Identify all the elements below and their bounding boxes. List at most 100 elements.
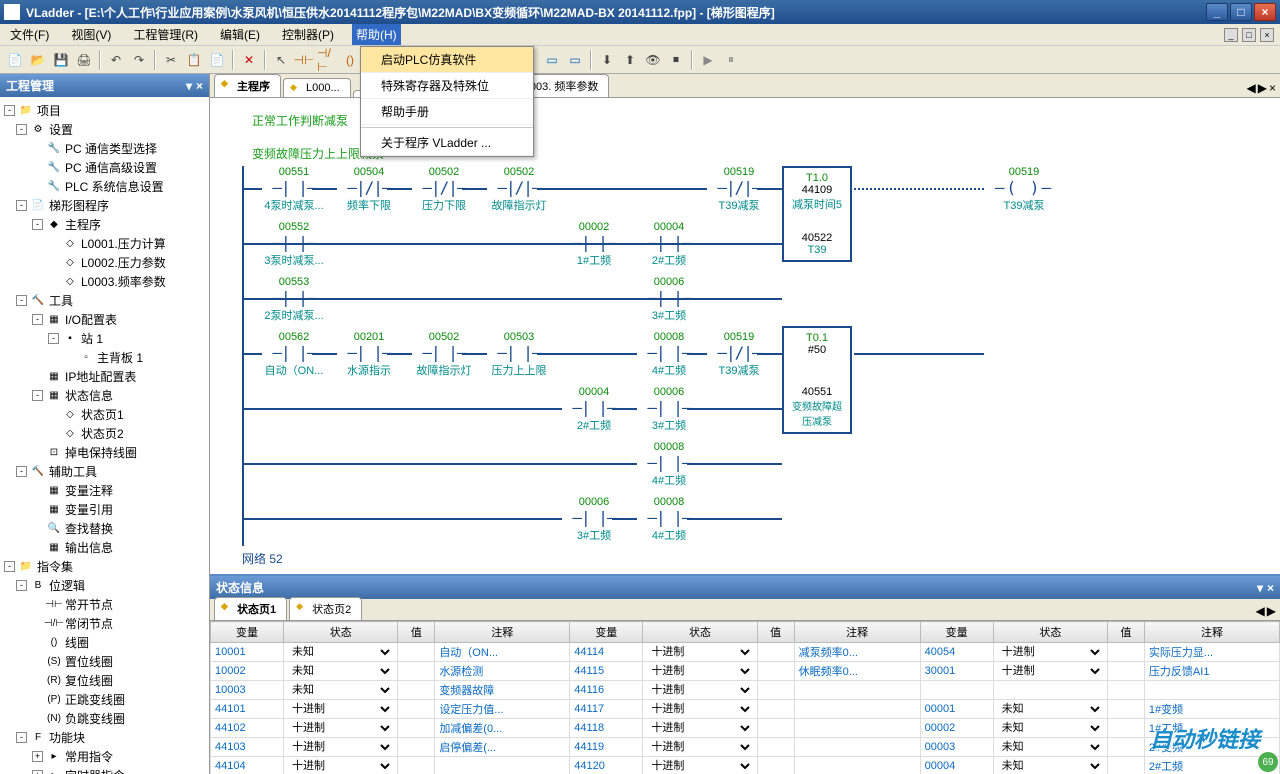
state-select[interactable]: 十进制 — [647, 683, 752, 697]
tree-item[interactable]: -◆主程序 — [4, 215, 205, 234]
state-select[interactable]: 十进制 — [647, 740, 752, 754]
menu-view[interactable]: 视图(V) — [67, 24, 115, 45]
status-grid[interactable]: 变量状态值注释变量状态值注释变量状态值注释10001未知自动（ON...4411… — [210, 621, 1280, 774]
tab-prev-icon[interactable]: ◀ — [1247, 81, 1256, 95]
tb-cursor[interactable]: ↖ — [270, 49, 292, 71]
status-tab-2[interactable]: 状态页2 — [289, 597, 362, 620]
table-row[interactable]: 10002未知水源检测44115十进制休眠频率0...30001十进制压力反馈A… — [211, 662, 1280, 681]
col-header[interactable]: 注释 — [435, 622, 570, 643]
state-select[interactable]: 十进制 — [288, 702, 393, 716]
status-next[interactable]: ▶ — [1267, 604, 1276, 618]
tree-item[interactable]: ⊣/⊢常闭节点 — [4, 614, 205, 633]
tree-item[interactable]: -📄梯形图程序 — [4, 196, 205, 215]
status-pin-icon[interactable]: ▾ — [1257, 581, 1263, 595]
tab-l000[interactable]: L000... — [283, 78, 351, 97]
tree-item[interactable]: (N)负跳变线圈 — [4, 709, 205, 728]
sidebar-close-icon[interactable]: × — [196, 79, 203, 93]
tab-close-icon[interactable]: × — [1269, 81, 1276, 95]
table-row[interactable]: 44102十进制加减偏差(0...44118十进制00002未知1#工频 — [211, 719, 1280, 738]
tb-open[interactable]: 📂 — [27, 49, 49, 71]
menu-controller[interactable]: 控制器(P) — [278, 24, 338, 45]
col-header[interactable]: 变量 — [920, 622, 993, 643]
tree-item[interactable]: -⚙设置 — [4, 120, 205, 139]
tree-item[interactable]: 🔍查找替换 — [4, 519, 205, 538]
col-header[interactable]: 值 — [1108, 622, 1145, 643]
menu-start-sim[interactable]: 启动PLC仿真软件 — [361, 47, 533, 73]
tb-new[interactable]: 📄 — [4, 49, 26, 71]
col-header[interactable]: 状态 — [993, 622, 1107, 643]
tab-next-icon[interactable]: ▶ — [1258, 81, 1267, 95]
tree-item[interactable]: ▦变量注释 — [4, 481, 205, 500]
tree-item[interactable]: ◇L0002.压力参数 — [4, 253, 205, 272]
col-header[interactable]: 变量 — [570, 622, 643, 643]
tb-run[interactable]: ▶ — [697, 49, 719, 71]
menu-about[interactable]: 关于程序 VLadder ... — [361, 130, 533, 156]
tb-delete[interactable]: ✕ — [238, 49, 260, 71]
tb-contact-no[interactable]: ⊣⊢ — [293, 49, 315, 71]
mdi-close[interactable]: × — [1260, 28, 1274, 42]
tb-block2[interactable]: ▭ — [541, 49, 563, 71]
tree-item[interactable]: -📁指令集 — [4, 557, 205, 576]
state-select[interactable]: 十进制 — [647, 721, 752, 735]
tree-item[interactable]: ⊣⊢常开节点 — [4, 595, 205, 614]
tree-item[interactable]: ◇状态页1 — [4, 405, 205, 424]
state-select[interactable]: 十进制 — [998, 664, 1103, 678]
col-header[interactable]: 注释 — [794, 622, 920, 643]
tree-item[interactable]: ▦IP地址配置表 — [4, 367, 205, 386]
tb-paste[interactable]: 📄 — [206, 49, 228, 71]
tree-item[interactable]: 🔧PC 通信类型选择 — [4, 139, 205, 158]
state-select[interactable]: 十进制 — [647, 664, 752, 678]
col-header[interactable]: 变量 — [211, 622, 284, 643]
tree-item[interactable]: -F功能块 — [4, 728, 205, 747]
table-row[interactable]: 44104十进制44120十进制00004未知2#工频 — [211, 757, 1280, 774]
tb-block3[interactable]: ▭ — [564, 49, 586, 71]
state-select[interactable]: 未知 — [288, 664, 393, 678]
tree-item[interactable]: +▸定时器指令 — [4, 766, 205, 774]
col-header[interactable]: 值 — [398, 622, 435, 643]
tree-item[interactable]: 🔧PC 通信高级设置 — [4, 158, 205, 177]
tree-item[interactable]: (S)置位线圈 — [4, 652, 205, 671]
table-row[interactable]: 10001未知自动（ON...44114十进制减泵频率0...40054十进制实… — [211, 643, 1280, 662]
state-select[interactable]: 未知 — [998, 702, 1103, 716]
sidebar-pin-icon[interactable]: ▾ — [186, 79, 192, 93]
tree-item[interactable]: ()线圈 — [4, 633, 205, 652]
tree-item[interactable]: -▪站 1 — [4, 329, 205, 348]
tb-cut[interactable]: ✂ — [160, 49, 182, 71]
col-header[interactable]: 值 — [757, 622, 794, 643]
state-select[interactable]: 未知 — [998, 721, 1103, 735]
menu-help-manual[interactable]: 帮助手册 — [361, 99, 533, 125]
state-select[interactable]: 十进制 — [288, 759, 393, 773]
table-row[interactable]: 44101十进制设定压力值...44117十进制00001未知1#变频 — [211, 700, 1280, 719]
state-select[interactable]: 十进制 — [647, 645, 752, 659]
col-header[interactable]: 状态 — [643, 622, 757, 643]
menu-special-reg[interactable]: 特殊寄存器及特殊位 — [361, 73, 533, 99]
tree-item[interactable]: ▫主背板 1 — [4, 348, 205, 367]
state-select[interactable]: 未知 — [288, 683, 393, 697]
tb-contact-nc[interactable]: ⊣/⊢ — [316, 49, 338, 71]
tb-download[interactable]: ⬇ — [596, 49, 618, 71]
minimize-button[interactable]: _ — [1206, 3, 1228, 21]
tree-item[interactable]: 🔧PLC 系统信息设置 — [4, 177, 205, 196]
state-select[interactable]: 十进制 — [288, 740, 393, 754]
tb-stop[interactable]: ⏹ — [665, 49, 687, 71]
tb-redo[interactable]: ↷ — [128, 49, 150, 71]
state-select[interactable]: 十进制 — [288, 721, 393, 735]
tb-upload[interactable]: ⬆ — [619, 49, 641, 71]
tree-item[interactable]: -B位逻辑 — [4, 576, 205, 595]
tree-item[interactable]: ◇状态页2 — [4, 424, 205, 443]
status-prev[interactable]: ◀ — [1256, 604, 1265, 618]
tree-item[interactable]: -🔨辅助工具 — [4, 462, 205, 481]
tb-undo[interactable]: ↶ — [105, 49, 127, 71]
menu-file[interactable]: 文件(F) — [6, 24, 53, 45]
tree-item[interactable]: -▦I/O配置表 — [4, 310, 205, 329]
tree-item[interactable]: ▦输出信息 — [4, 538, 205, 557]
table-row[interactable]: 44103十进制启停偏差(...44119十进制00003未知2#变频 — [211, 738, 1280, 757]
tree-item[interactable]: ⊡掉电保持线圈 — [4, 443, 205, 462]
tb-pause[interactable]: ⏸ — [720, 49, 742, 71]
mdi-minimize[interactable]: _ — [1224, 28, 1238, 42]
tb-coil[interactable]: () — [339, 49, 361, 71]
state-select[interactable]: 十进制 — [998, 645, 1103, 659]
col-header[interactable]: 注释 — [1144, 622, 1279, 643]
tree-item[interactable]: -📁项目 — [4, 101, 205, 120]
tb-save[interactable]: 💾 — [50, 49, 72, 71]
